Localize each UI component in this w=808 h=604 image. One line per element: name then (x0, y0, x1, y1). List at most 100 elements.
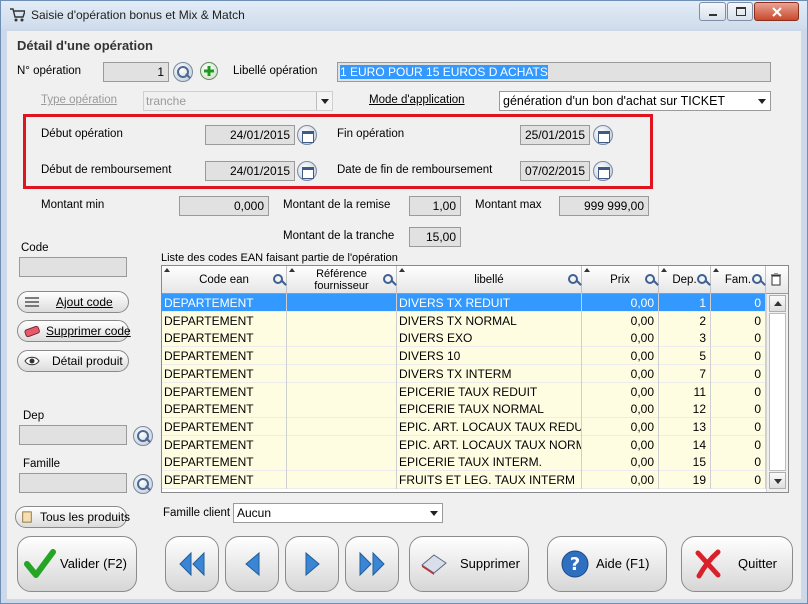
vertical-scrollbar[interactable] (766, 294, 788, 492)
title-bar: Saisie d'opération bonus et Mix & Match (1, 1, 807, 29)
cell-fam: 0 (711, 453, 766, 472)
code-field[interactable] (19, 257, 127, 277)
chevron-right-icon (305, 551, 320, 577)
table-row[interactable]: DEPARTEMENT DIVERS TX NORMAL 0,00 2 0 (162, 311, 766, 330)
table-row[interactable]: DEPARTEMENT EPIC. ART. LOCAUX TAUX NORMAL… (162, 435, 766, 454)
trash-icon[interactable] (771, 273, 781, 286)
supprimer-button[interactable]: Supprimer (409, 536, 529, 592)
next-record-button[interactable] (285, 536, 339, 592)
calendar-icon[interactable] (297, 125, 317, 145)
tous-produits-button[interactable]: Tous les produits (15, 506, 130, 528)
col-code-ean[interactable]: Code ean (162, 266, 287, 294)
debut-remboursement-label: Début de remboursement (41, 164, 172, 176)
aide-button[interactable]: ? Aide (F1) (547, 536, 667, 592)
search-operation-icon[interactable] (173, 62, 193, 82)
svg-text:?: ? (570, 554, 580, 575)
last-record-button[interactable] (345, 536, 399, 592)
maximize-icon (736, 7, 746, 16)
detail-produit-button[interactable]: Détail produit (17, 350, 129, 372)
cell-prix: 0,00 (582, 471, 659, 489)
table-row[interactable]: DEPARTEMENT FRUITS ET LEG. TAUX INTERM 0,0… (162, 471, 766, 489)
col-prix[interactable]: Prix (582, 266, 659, 294)
table-row[interactable]: DEPARTEMENT DIVERS TX REDUIT 0,00 1 0 (162, 294, 766, 312)
cell-libelle: DIVERS TX NORMAL (397, 311, 582, 330)
chevron-down-icon (774, 479, 782, 484)
cell-dep: 5 (659, 347, 711, 366)
table-row[interactable]: DEPARTEMENT EPIC. ART. LOCAUX TAUX REDUIT… (162, 417, 766, 436)
cell-prix: 0,00 (582, 347, 659, 366)
quitter-button[interactable]: Quitter (681, 536, 793, 592)
cell-libelle: EPICERIE TAUX NORMAL (397, 400, 582, 419)
col-libelle[interactable]: libellé (397, 266, 582, 294)
first-record-button[interactable] (165, 536, 219, 592)
col-fam[interactable]: Fam. (711, 266, 766, 294)
mode-label: Mode d'application (369, 94, 465, 106)
cell-fam: 0 (711, 364, 766, 383)
cell-prix: 0,00 (582, 311, 659, 330)
fin-operation-field[interactable]: 25/01/2015 (520, 125, 590, 145)
numero-field[interactable]: 1 (103, 62, 169, 82)
scroll-up-button[interactable] (769, 295, 786, 312)
window-title: Saisie d'opération bonus et Mix & Match (31, 8, 245, 22)
section-title: Détail d'une opération (17, 38, 153, 53)
cell-libelle: DIVERS EXO (397, 329, 582, 348)
table-row[interactable]: DEPARTEMENT EPICERIE TAUX REDUIT 0,00 11 0 (162, 382, 766, 401)
debut-operation-label: Début opération (41, 128, 123, 140)
calendar-icon[interactable] (593, 161, 613, 181)
calendar-icon[interactable] (297, 161, 317, 181)
col-dep[interactable]: Dep. (659, 266, 711, 294)
table-row[interactable]: DEPARTEMENT DIVERS 10 0,00 5 0 (162, 347, 766, 366)
cell-libelle: EPICERIE TAUX REDUIT (397, 382, 582, 401)
previous-record-button[interactable] (225, 536, 279, 592)
col-reference[interactable]: Référence fournisseur (287, 266, 397, 294)
valider-button[interactable]: Valider (F2) (17, 536, 137, 592)
supprimer-code-button[interactable]: Supprimer code (17, 320, 131, 342)
cell-prix: 0,00 (582, 329, 659, 348)
minimize-button[interactable] (699, 2, 726, 21)
libelle-field[interactable]: 1 EURO POUR 15 EUROS D ACHATS (337, 62, 771, 82)
cell-dep: 13 (659, 417, 711, 436)
key-icon (383, 274, 393, 284)
cell-fam: 0 (711, 347, 766, 366)
dep-field[interactable] (19, 425, 127, 445)
table-row[interactable]: DEPARTEMENT EPICERIE TAUX INTERM. 0,00 15 0 (162, 453, 766, 472)
cell-dep: 1 (659, 294, 711, 312)
calendar-icon[interactable] (593, 125, 613, 145)
mode-select[interactable]: génération d'un bon d'achat sur TICKET (499, 91, 771, 111)
cell-prix: 0,00 (582, 453, 659, 472)
close-button[interactable] (754, 2, 799, 21)
libelle-value: 1 EURO POUR 15 EUROS D ACHATS (340, 65, 548, 79)
type-select[interactable]: tranche (143, 91, 333, 111)
famille-field[interactable] (19, 473, 127, 493)
montant-max-field[interactable]: 999 999,00 (559, 196, 649, 216)
cell-code: DEPARTEMENT (162, 382, 287, 401)
scroll-thumb[interactable] (769, 313, 786, 471)
montant-min-field[interactable]: 0,000 (179, 196, 269, 216)
add-operation-button[interactable] (200, 62, 218, 80)
cell-fam: 0 (711, 400, 766, 419)
fin-remboursement-field[interactable]: 07/02/2015 (520, 161, 590, 181)
cell-fam: 0 (711, 311, 766, 330)
table-row[interactable]: DEPARTEMENT DIVERS EXO 0,00 3 0 (162, 329, 766, 348)
famille-client-select[interactable]: Aucun (233, 503, 443, 523)
ajout-code-button[interactable]: Ajout code (17, 291, 129, 313)
mode-value: génération d'un bon d'achat sur TICKET (503, 94, 726, 108)
montant-tranche-field[interactable]: 15,00 (409, 227, 461, 247)
table-row[interactable]: DEPARTEMENT DIVERS TX INTERM 0,00 7 0 (162, 364, 766, 383)
double-chevron-right-icon (359, 551, 385, 577)
debut-operation-field[interactable]: 24/01/2015 (205, 125, 295, 145)
montant-remise-field[interactable]: 1,00 (409, 196, 461, 216)
eraser-icon (24, 325, 40, 337)
chevron-down-icon (426, 504, 442, 522)
scroll-down-button[interactable] (769, 472, 786, 489)
key-icon (752, 274, 762, 284)
table-row[interactable]: DEPARTEMENT EPICERIE TAUX NORMAL 0,00 12 0 (162, 400, 766, 419)
chevron-left-icon (245, 551, 260, 577)
close-icon (772, 7, 782, 17)
debut-remboursement-field[interactable]: 24/01/2015 (205, 161, 295, 181)
search-dep-icon[interactable] (133, 426, 153, 446)
numero-label: N° opération (17, 65, 82, 77)
search-famille-icon[interactable] (133, 474, 153, 494)
maximize-button[interactable] (727, 2, 753, 21)
cell-dep: 2 (659, 311, 711, 330)
